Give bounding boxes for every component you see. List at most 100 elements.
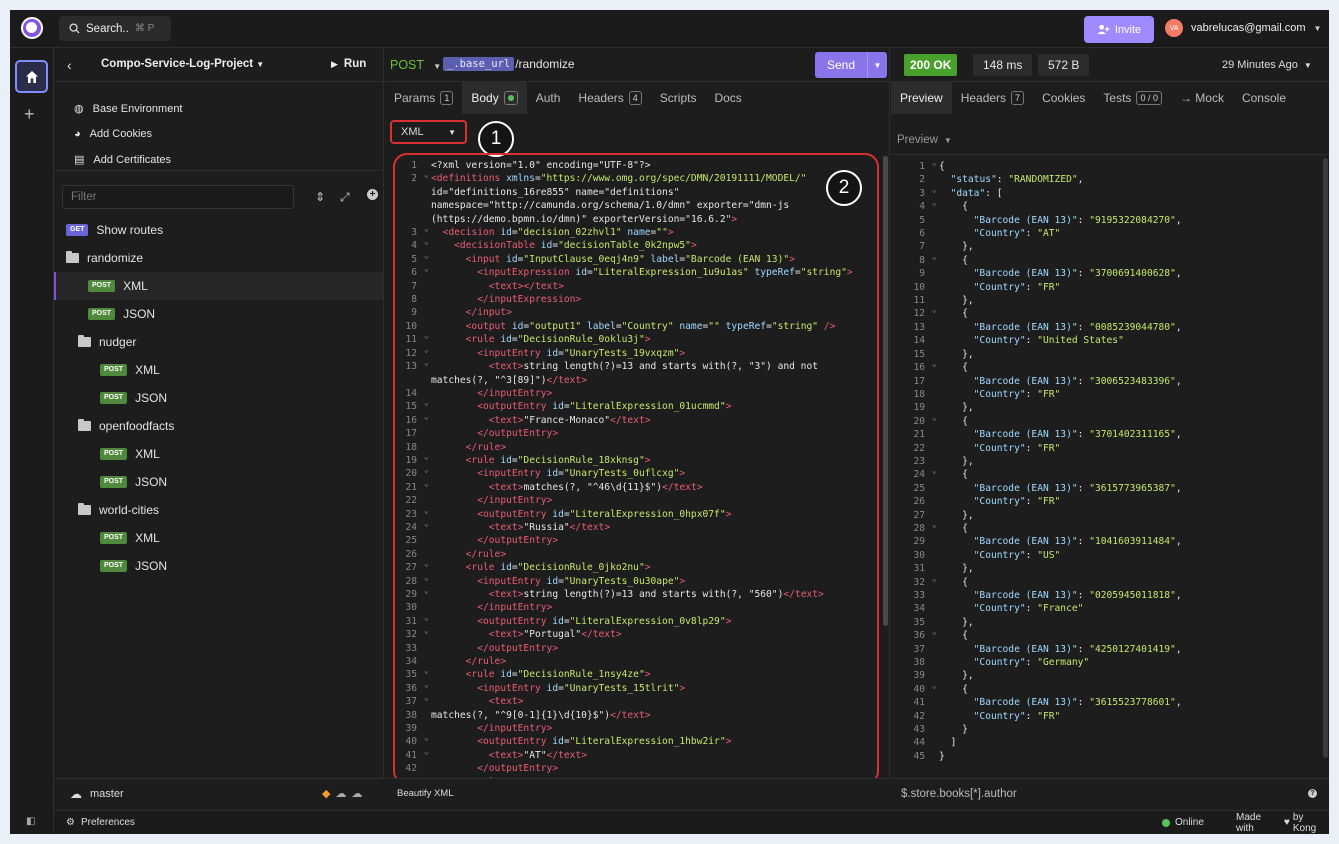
json-text: "Barcode (EAN 13)": "3700691400628", [973,268,1182,280]
env-item-label: Base Environment [92,102,183,115]
sidebar-request[interactable]: POST JSON [54,552,383,580]
cloud-sync-icon[interactable]: ☁ [335,787,346,800]
tab-headers[interactable]: Headers 4 [569,82,650,114]
send-button[interactable]: Send ▼ [815,52,887,78]
invite-button[interactable]: Invite [1084,16,1154,43]
json-text: "Country": "FR" [973,442,1061,454]
chevron-left-icon[interactable]: ‹ [67,57,72,73]
tab-preview[interactable]: Preview [891,82,952,114]
code-line: 14 </inputEntry> [395,387,877,400]
online-status: Online [1162,817,1204,828]
base-url-variable[interactable]: _.base_url [443,57,515,71]
sidebar-folder[interactable]: world-cities [54,496,383,524]
tab-auth[interactable]: Auth [527,82,570,114]
json-text: { [962,522,968,534]
json-line: 13 "Barcode (EAN 13)": "0085239044780", [891,321,1321,334]
line-number: 32 [395,625,431,641]
tab-tests[interactable]: Tests 0 / 0 [1094,82,1171,114]
json-preview[interactable]: 1{2 "status": "RANDOMIZED",3 "data": [4 … [891,160,1321,770]
editor-scrollbar[interactable] [883,156,888,626]
json-line: 24 { [891,465,1321,481]
add-icon[interactable]: + [367,189,378,200]
tree-item-label: world-cities [99,503,160,517]
xml-editor[interactable]: 1 <?xml version="1.0" encoding="UTF-8"?> 2… [393,153,879,785]
toggle-sidebar-icon[interactable]: ◧ [26,816,35,827]
json-line: 40 { [891,680,1321,696]
response-filter-input[interactable]: $.store.books[*].author [901,788,1017,800]
sort-icon[interactable]: ⇕ [315,190,325,204]
line-number: 45 [913,750,925,762]
tab-cookies[interactable]: Cookies [1033,82,1094,114]
search-bar[interactable]: Search.. ⌘ P [59,16,171,41]
made-with-label: Made with [1236,811,1262,834]
beautify-xml-button[interactable]: Beautify XML [397,788,454,799]
code-line: 18 </rule> [395,441,877,454]
preferences-button[interactable]: ⚙ Preferences [66,817,135,828]
sidebar-folder[interactable]: randomize [54,244,383,272]
sidebar-request[interactable]: POST JSON [54,468,383,496]
code-text: matches(?, "^9[0-1]{1}\d{10}$")</text> [431,709,651,721]
tree-item-label: XML [135,363,160,377]
run-button[interactable]: ▶ Run [331,58,366,70]
sidebar-request[interactable]: POST XML [54,272,383,300]
sidebar-request[interactable]: POST JSON [54,300,383,328]
add-cookies-item[interactable]: ◕ Add Cookies [74,128,152,140]
sidebar-folder[interactable]: openfoodfacts [54,412,383,440]
tab-headers[interactable]: Headers 7 [952,82,1033,114]
user-menu[interactable]: VA vabrelucas@gmail.com ▼ [1165,19,1321,37]
help-icon[interactable]: ? [1308,789,1317,798]
line-number: 37 [395,692,431,708]
heart-icon: ♥ [1283,817,1290,828]
folder-icon [78,503,91,515]
chevron-down-icon: ▼ [256,60,265,69]
json-line: 5 "Barcode (EAN 13)": "9195322084270", [891,214,1321,227]
sidebar-request[interactable]: POST XML [54,356,383,384]
post-badge: POST [100,532,128,544]
code-text: <text>string length(?)=13 and starts wit… [488,361,819,373]
post-badge: POST [88,280,116,292]
branch-label[interactable]: master [90,788,124,800]
tab-scripts[interactable]: Scripts [651,82,706,114]
add-certificates-item[interactable]: ▤ Add Certificates [74,153,171,167]
project-selector[interactable]: Compo-Service-Log-Project ▼ [101,58,264,70]
tab-body[interactable]: Body [462,82,527,114]
sidebar-folder[interactable]: nudger [54,328,383,356]
code-text: <rule id="DecisionRule_0jko2nu"> [465,562,651,574]
line-number: 9 [919,268,925,280]
json-text: "data": [ [950,187,1003,199]
line-number: 24 [395,518,431,534]
json-line: 21 "Barcode (EAN 13)": "3701402311165", [891,428,1321,441]
sidebar-request[interactable]: POST XML [54,440,383,468]
line-number: 17 [405,428,417,440]
code-text: </rule> [465,656,507,668]
json-text: { [962,630,968,642]
json-line: 31 }, [891,562,1321,575]
show-routes-item[interactable]: GET Show routes [54,216,383,244]
send-dropdown-icon[interactable]: ▼ [867,52,887,78]
made-with-kong: Made with ♥ by Kong [1236,812,1329,834]
app-logo-icon[interactable] [21,17,43,39]
response-scrollbar[interactable] [1323,158,1328,758]
base-environment-item[interactable]: ◍ Base Environment [74,102,183,116]
body-type-select[interactable]: XML ▼ [390,120,467,144]
tab-console[interactable]: Console [1233,82,1295,114]
filter-input[interactable]: Filter [62,185,294,209]
sidebar-request[interactable]: POST XML [54,524,383,552]
method-selector[interactable]: POST ▼ [390,58,441,72]
plus-icon[interactable]: + [24,104,35,125]
code-text: <inputEntry id="UnaryTests_0u30ape"> [477,575,686,587]
cloud-upload-icon[interactable]: ☁ [351,787,362,800]
tab-count-badge: 1 [440,91,454,105]
history-selector[interactable]: 29 Minutes Ago ▼ [1222,59,1312,71]
preview-mode-select[interactable]: Preview ▼ [897,134,952,146]
package-icon[interactable]: ◆ [322,787,330,800]
home-button[interactable] [15,60,48,93]
line-number: 7 [411,280,417,292]
url-input[interactable]: _.base_url /randomize [443,57,575,71]
sidebar-request[interactable]: POST JSON [54,384,383,412]
json-line: 44 ] [891,736,1321,749]
tab-docs[interactable]: Docs [705,82,750,114]
tab-mock[interactable]: → Mock [1171,82,1233,114]
expand-icon[interactable]: ⤢ [340,190,350,205]
tab-params[interactable]: Params 1 [385,82,462,114]
